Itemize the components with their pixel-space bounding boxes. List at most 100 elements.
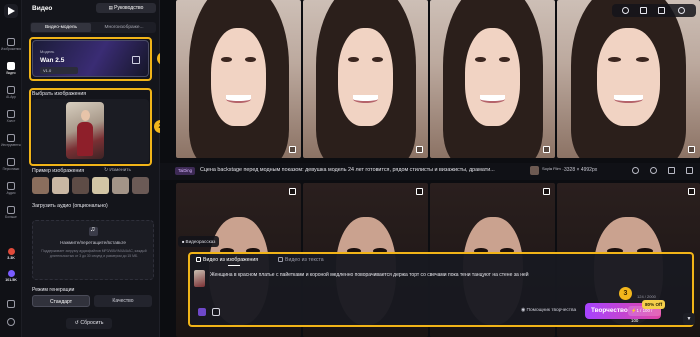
change-example-link[interactable]: Изменить [104,168,131,173]
remix-icon[interactable] [650,167,657,174]
generation-mode-toggle: Стандарт Качество [32,295,154,307]
expand-icon[interactable] [543,146,550,153]
credit-icon [7,270,15,277]
rail-item-video[interactable]: Видео [0,62,22,75]
example-thumb[interactable] [72,177,89,194]
mode-quality-button[interactable]: Качество [94,295,152,307]
tools-icon [7,134,15,142]
audio-dropzone[interactable]: Нажмите/перетащите/вставьте Поддерживает… [32,220,154,280]
video-icon[interactable] [668,167,675,174]
rail-item-characters[interactable]: Персонажи [0,158,22,171]
expand-icon[interactable] [289,146,296,153]
example-thumb[interactable] [52,177,69,194]
filter-icon[interactable] [658,7,665,14]
rail-profile-icon[interactable] [0,318,22,327]
panel-title: Видео [32,5,53,12]
tile-smile [614,94,643,103]
highlight-composer [188,252,694,327]
highlight-image [29,88,152,166]
tile-eye [244,56,256,62]
person-icon [7,158,15,166]
music-icon [89,226,98,236]
example-thumb[interactable] [32,177,49,194]
video-story-chip[interactable]: Видеорассказ [178,236,220,247]
item-caption: Сцена backstage перед модным показом: де… [200,167,495,173]
mode-tabs: Видео-модель Многоизображе... [30,22,156,33]
author-avatar [530,166,539,175]
tile-smile [353,94,378,103]
example-thumb[interactable] [92,177,109,194]
gallery-tile[interactable] [303,0,428,158]
gallery-tile[interactable] [557,0,700,158]
more-icon [7,206,15,214]
audio-dropzone-text: Нажмите/перетащите/вставьте [60,240,126,245]
tab-multi-image[interactable]: Многоизображе... [93,23,155,32]
tile-smile [226,94,251,103]
audio-dropzone-hint: Поддерживает загрузку аудиофайлов MP3/WA… [41,249,147,258]
app-logo-icon[interactable] [4,4,18,18]
expand-icon[interactable] [416,146,423,153]
rail-item-more[interactable]: Больше [0,206,22,219]
rail-item-tools[interactable]: Инструменты [0,134,22,147]
app-icon [7,86,15,94]
rail-stat-coins[interactable]: 3.3K [0,248,22,260]
video-icon[interactable] [289,188,296,195]
gallery-tile[interactable] [430,0,555,158]
audio-icon [7,182,15,190]
step-badge-3: 3 [619,287,632,300]
reset-button[interactable]: Сбросить [66,318,112,329]
tile-eye [635,56,649,62]
example-thumb[interactable] [112,177,129,194]
mode-standard-button[interactable]: Стандарт [32,295,90,307]
tile-eye [498,56,510,62]
video-icon[interactable] [416,188,423,195]
highlight-model [29,37,152,81]
rail-item-ai-app[interactable]: AI-App [0,86,22,99]
item-info-bar: TaiDing Сцена backstage перед модным пок… [160,163,700,180]
tile-smile [480,94,505,103]
rail-stat-credits[interactable]: 101.5K [0,270,22,282]
example-thumb[interactable] [132,177,149,194]
video-icon[interactable] [688,188,695,195]
rail-item-audio[interactable]: Аудио [0,182,22,195]
example-image-label: Пример изображения [32,168,85,174]
tile-face [465,28,520,127]
avatar [7,318,15,326]
rail-item-images[interactable]: Изображения [0,38,22,51]
icon-rail: Изображения Видео AI-App Холст Инструмен… [0,0,22,337]
tile-face [338,28,393,127]
grid-icon[interactable] [640,7,647,14]
image-resolution: 3328 × 4992px [564,167,598,173]
author-chip[interactable]: Soyla Film ... [530,165,566,177]
tile-eye [475,56,487,62]
author-name: Soyla Film ... [542,166,566,171]
tile-eye [371,56,383,62]
phone-icon [7,300,15,308]
more-icon[interactable] [686,167,693,174]
gallery-tile[interactable] [176,0,301,158]
discount-badge: 80% Off [642,300,666,309]
image-icon [7,38,15,46]
tab-video-model[interactable]: Видео-модель [31,23,91,32]
generation-mode-label: Режим генерации [32,287,75,293]
example-images [32,177,154,195]
canvas-icon [7,110,15,118]
audio-upload-label: Загрузить аудио (опционально) [32,203,108,209]
refresh-icon[interactable] [632,167,639,174]
expand-icon[interactable] [688,146,695,153]
source-tag[interactable]: TaiDing [175,167,195,175]
gallery-toolbar [612,4,696,17]
video-icon [7,62,15,70]
tile-eye [348,56,360,62]
tile-eye [221,56,233,62]
rail-item-canvas[interactable]: Холст [0,110,22,123]
search-icon[interactable] [622,7,629,14]
tile-face [597,28,660,127]
video-icon[interactable] [543,188,550,195]
coin-icon [7,248,15,255]
guide-button[interactable]: Руководство [96,3,156,13]
rail-mobile-icon[interactable] [0,300,22,309]
chevron-down-icon[interactable]: ▼ [683,313,695,325]
tile-face [211,28,266,127]
eye-icon[interactable] [678,7,685,14]
